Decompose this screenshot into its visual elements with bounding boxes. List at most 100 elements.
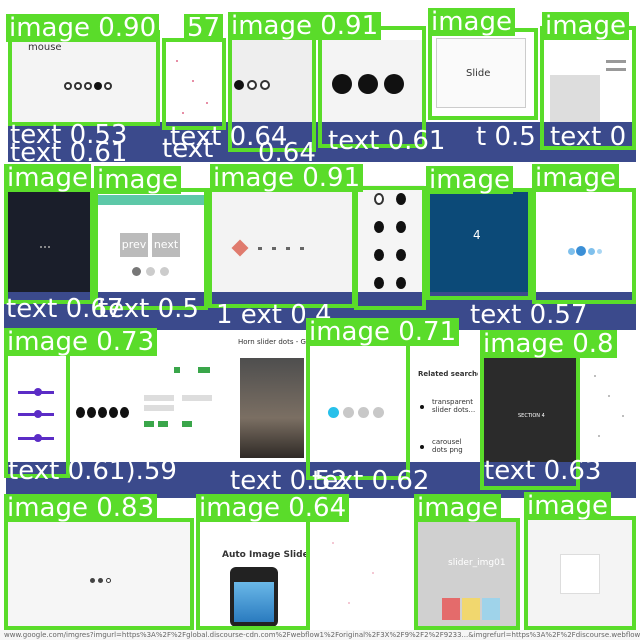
big-dot [332, 74, 352, 94]
dash-indicator [272, 247, 276, 250]
thumb-pink-dots[interactable] [162, 40, 222, 125]
thumb-section-four[interactable]: SECTION 4 [482, 355, 578, 465]
slider-dot [568, 248, 575, 255]
slider-dot [98, 407, 107, 418]
faint-dot [332, 542, 334, 544]
thumb-related-searches[interactable]: Related searches transparent slider dots… [414, 360, 478, 470]
phone-screen [234, 582, 274, 622]
thumb-mouse-dots[interactable]: mouse [8, 30, 158, 125]
slider-dot [373, 407, 384, 418]
grid-dot [396, 193, 406, 205]
slider-dot [74, 82, 82, 90]
dash-indicator [300, 247, 304, 250]
grid-dot [396, 249, 406, 261]
text-label: text 0.61 [10, 140, 128, 166]
thumb-three-dots[interactable] [228, 30, 313, 130]
slider-dot [120, 407, 129, 418]
image-label: image 0.91 [210, 164, 364, 192]
text-label: text 0.57 [470, 302, 588, 328]
dash-indicator [258, 247, 262, 250]
slider-dot [160, 267, 169, 276]
slider-dot [84, 82, 92, 90]
grid-dot [374, 193, 384, 205]
slider-dot [64, 82, 72, 90]
thumb-settings-ui[interactable] [138, 355, 234, 465]
diamond-indicator [231, 239, 249, 257]
thumb-dark-slider[interactable] [6, 190, 92, 300]
slider-dot [44, 246, 46, 248]
related-item-2[interactable]: carousel dots png [432, 438, 476, 454]
field [182, 395, 212, 401]
thumb-purple-pins[interactable] [6, 355, 68, 465]
thumb-slide[interactable]: Slide [428, 30, 533, 120]
slider-dot [588, 248, 595, 255]
image-label: image 0.73 [4, 328, 158, 356]
mini-dot [420, 445, 424, 449]
toggle-green [174, 367, 180, 373]
field [144, 395, 174, 401]
thumb-tiny-dots[interactable] [584, 355, 636, 465]
slider-dot [109, 407, 118, 418]
toggle-green [204, 367, 210, 373]
image-label: image [532, 164, 619, 192]
image-label: image [94, 166, 181, 194]
thumb-faint-grid[interactable] [312, 522, 412, 627]
slider-dot [87, 407, 96, 418]
next-button[interactable]: next [152, 233, 180, 257]
slider-dot-active [328, 407, 339, 418]
thumb-three-small-dots[interactable] [8, 522, 193, 627]
slider-dot-active [94, 82, 102, 90]
purple-dot [34, 388, 42, 396]
slider-dot [597, 249, 602, 254]
tiny-dot [598, 435, 600, 437]
grid-dot [396, 221, 406, 233]
thumb-slider-img[interactable]: slider_img01 [418, 520, 518, 628]
grid-dot [396, 277, 406, 289]
thumb-blue-four[interactable]: 4 [428, 192, 528, 292]
prev-button[interactable]: prev [120, 233, 148, 257]
slide-text: Slide [466, 68, 491, 79]
slider-dot [98, 578, 103, 583]
purple-dot [34, 434, 42, 442]
card-square [560, 554, 600, 594]
header-bar [96, 195, 206, 205]
thumb-big-dots[interactable] [318, 40, 423, 135]
tiny-dot [608, 395, 610, 397]
image-label: image [426, 166, 513, 194]
slider-dot [106, 578, 111, 583]
related-item-1[interactable]: transparent slider dots... [432, 398, 476, 414]
text-label: text 0.61).59 [8, 458, 177, 484]
text-label: text 0.63 [484, 458, 602, 484]
thumb-five-dots[interactable] [72, 355, 134, 465]
purple-dot [34, 410, 42, 418]
slider-dot [260, 80, 270, 90]
image-label: 57 [184, 14, 224, 42]
thumb-dot-grid[interactable] [356, 185, 424, 305]
thumb-square[interactable] [528, 518, 632, 626]
pink-dot [182, 112, 184, 114]
tiny-dot [622, 415, 624, 417]
pink-dot [192, 80, 194, 82]
thumb-forum-photo[interactable]: Horn slider dots - General - Forum ... [238, 338, 306, 465]
slider-dot-active [576, 246, 586, 256]
slider-dot [343, 407, 354, 418]
pink-dot [176, 60, 178, 62]
thumb-cyan-dots[interactable] [310, 345, 410, 465]
thumb-blue-dots[interactable] [534, 190, 634, 300]
text-label: text 0.62 [312, 468, 430, 494]
slider-dot [48, 246, 50, 248]
faint-dot [372, 572, 374, 574]
text-label: text 0 [550, 124, 627, 150]
image-label: image [428, 8, 515, 36]
pink-dot [206, 102, 208, 104]
slider-dot [146, 267, 155, 276]
grid-dot [374, 221, 384, 233]
text-label: text 0.61 [328, 128, 446, 154]
forum-title: Horn slider dots - General - Forum ... [238, 338, 306, 346]
thumb-auto-slider[interactable]: Auto Image Slider [200, 522, 308, 628]
mountain-photo [240, 358, 304, 458]
slider-dot [358, 407, 369, 418]
thumb-diamond[interactable] [212, 190, 352, 305]
thumb-prev-next[interactable]: prev next [96, 195, 206, 295]
slider-img-label: slider_img01 [448, 558, 506, 568]
